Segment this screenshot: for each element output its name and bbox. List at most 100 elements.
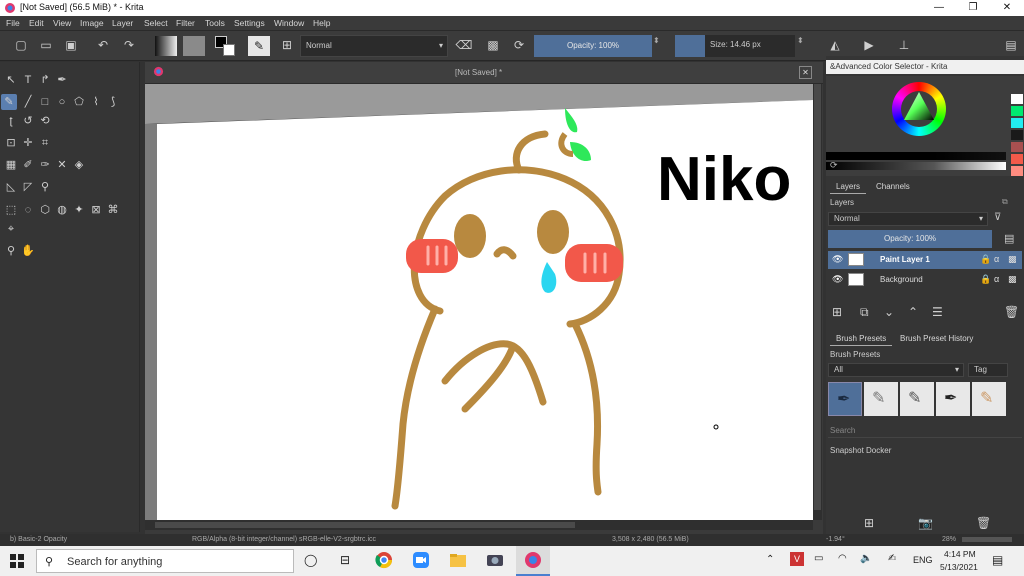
zoom-app-icon[interactable] (412, 551, 430, 571)
drawing-canvas[interactable]: Niko (145, 84, 813, 520)
lock-icon[interactable]: 🔒 (980, 274, 991, 285)
document-tab-title[interactable]: [Not Saved] * (455, 68, 502, 77)
rect-select-icon[interactable]: ⬚ (3, 202, 19, 218)
canvas-horizontal-scrollbar[interactable] (145, 520, 813, 530)
maximize-button[interactable]: ❐ (956, 0, 990, 16)
wrap-around-icon[interactable]: ⊥ (895, 36, 913, 54)
save-icon[interactable]: ▣ (62, 36, 80, 54)
move-tool-icon[interactable]: ✛ (20, 135, 36, 151)
pan-tool-icon[interactable]: ✋ (20, 243, 36, 259)
menu-image[interactable]: Image (80, 18, 104, 28)
docker-float-icon[interactable]: ⧉ (1002, 197, 1008, 207)
menu-tools[interactable]: Tools (205, 18, 225, 28)
brush-preset-item[interactable]: ✒ (828, 382, 862, 416)
smart-patch-icon[interactable]: ✑ (37, 157, 53, 173)
freehand-select-icon[interactable]: ◍ (54, 202, 70, 218)
layer-blend-mode-select[interactable]: Normal ▾ (828, 212, 988, 226)
delete-layer-icon[interactable]: 🗑 (1004, 305, 1019, 319)
add-layer-icon[interactable]: ⊞ (832, 305, 842, 319)
open-folder-icon[interactable]: ▭ (37, 36, 55, 54)
color-history-icon[interactable]: ⟳ (830, 160, 838, 171)
transform-tool-icon[interactable]: ⊡ (3, 135, 19, 151)
freehand-brush-icon[interactable]: ✎ (1, 94, 17, 110)
brush-preset-item[interactable]: ✒ (936, 382, 970, 416)
polyline-tool-icon[interactable]: ⌇ (88, 94, 104, 110)
swatch-pink[interactable] (1011, 166, 1023, 176)
delete-snapshot-icon[interactable]: 🗑 (976, 516, 991, 530)
contiguous-select-icon[interactable]: ✦ (71, 202, 87, 218)
windows-start-icon[interactable] (10, 554, 24, 570)
reference-tool-icon[interactable]: ⚲ (37, 179, 53, 195)
camera-app-icon[interactable] (486, 551, 504, 571)
zoom-tool-icon[interactable]: ⚲ (3, 243, 19, 259)
file-explorer-icon[interactable] (449, 551, 467, 571)
tray-app-icon[interactable]: V (790, 552, 804, 566)
layer-options-icon[interactable]: ▤ (1004, 232, 1014, 245)
ellipse-tool-icon[interactable]: ○ (54, 94, 70, 110)
undo-icon[interactable]: ↶ (94, 36, 112, 54)
color-selector-panel[interactable] (826, 76, 1024, 176)
crop-tool-icon[interactable]: ⌗ (37, 135, 53, 151)
duplicate-layer-icon[interactable]: ⧉ (860, 305, 869, 320)
krita-taskbar-button[interactable] (516, 546, 550, 576)
freehand-path-icon[interactable]: ʈ (3, 113, 19, 129)
perspective-tool-icon[interactable]: ◸ (20, 179, 36, 195)
fg-bg-color-swatch[interactable] (215, 36, 237, 56)
close-document-button[interactable]: ✕ (799, 66, 812, 79)
swatch-cyan[interactable] (1011, 118, 1023, 128)
edit-shapes-icon[interactable]: ↱ (37, 72, 53, 88)
menu-help[interactable]: Help (313, 18, 330, 28)
menu-edit[interactable]: Edit (29, 18, 44, 28)
menu-layer[interactable]: Layer (112, 18, 133, 28)
lightness-slider[interactable] (826, 162, 1006, 170)
move-layer-down-icon[interactable]: ⌄ (884, 305, 894, 319)
rectangle-tool-icon[interactable]: □ (37, 94, 53, 110)
size-slider[interactable]: Size: 14.46 px (705, 35, 795, 57)
brush-preset-item[interactable]: ✎ (972, 382, 1006, 416)
polygon-select-icon[interactable]: ⬡ (37, 202, 53, 218)
bezier-tool-icon[interactable]: ⟆ (105, 94, 121, 110)
fill-tool-icon[interactable]: ◈ (71, 157, 87, 173)
visibility-eye-icon[interactable]: 👁 (832, 254, 843, 265)
layer-row-background[interactable]: 👁 Background 🔒 α ▩ (828, 271, 1022, 289)
select-shapes-icon[interactable]: ↖ (3, 72, 19, 88)
layer-opacity-slider[interactable]: Opacity: 100% (828, 230, 992, 248)
docker-toggle-icon[interactable]: ▤ (1002, 36, 1020, 54)
saturation-triangle[interactable] (902, 90, 936, 124)
brush-settings-icon[interactable]: ⊞ (278, 36, 296, 54)
alpha-icon[interactable]: α (994, 274, 999, 284)
task-view-icon[interactable]: ⊟ (340, 553, 350, 567)
clock-time[interactable]: 4:14 PM (944, 549, 976, 559)
swatch-green[interactable] (1011, 106, 1023, 116)
line-tool-icon[interactable]: ╱ (20, 94, 36, 110)
new-document-icon[interactable]: ▢ (12, 36, 30, 54)
similar-select-icon[interactable]: ⊠ (88, 202, 104, 218)
visibility-eye-icon[interactable]: 👁 (832, 274, 843, 285)
size-stepper[interactable]: ⬍ (797, 36, 804, 45)
tab-brush-presets[interactable]: Brush Presets (830, 332, 893, 346)
opacity-stepper[interactable]: ⬍ (653, 36, 660, 45)
pen-icon[interactable]: ✍ (888, 553, 896, 564)
mirror-horizontal-icon[interactable]: ◭ (826, 36, 844, 54)
assistant-tool-icon[interactable]: ✕ (54, 157, 70, 173)
close-button[interactable]: ✕ (990, 0, 1024, 16)
chrome-icon[interactable] (375, 551, 393, 571)
gradient-tool-icon[interactable]: ▦ (3, 157, 19, 173)
inherit-alpha-icon[interactable]: ▩ (1008, 274, 1017, 285)
volume-icon[interactable]: 🔈 (860, 553, 872, 564)
tab-channels[interactable]: Channels (870, 180, 916, 194)
canvas-vertical-scrollbar[interactable] (813, 84, 822, 520)
cortana-icon[interactable]: ◯ (304, 553, 317, 567)
color-picker-icon[interactable]: ✐ (20, 157, 36, 173)
language-indicator[interactable]: ENG (913, 555, 933, 565)
swatch-red[interactable] (1011, 154, 1023, 164)
value-slider[interactable] (826, 152, 1006, 160)
zoom-slider[interactable] (962, 537, 1012, 542)
brush-preset-icon[interactable]: ✎ (248, 36, 270, 56)
tray-chevron-icon[interactable]: ⌃ (766, 554, 774, 565)
camera-icon[interactable]: 📷 (918, 516, 933, 530)
layer-properties-icon[interactable]: ☰ (932, 305, 943, 319)
menu-window[interactable]: Window (274, 18, 304, 28)
gradient-selector[interactable] (155, 36, 177, 56)
alpha-icon[interactable]: α (994, 254, 999, 264)
